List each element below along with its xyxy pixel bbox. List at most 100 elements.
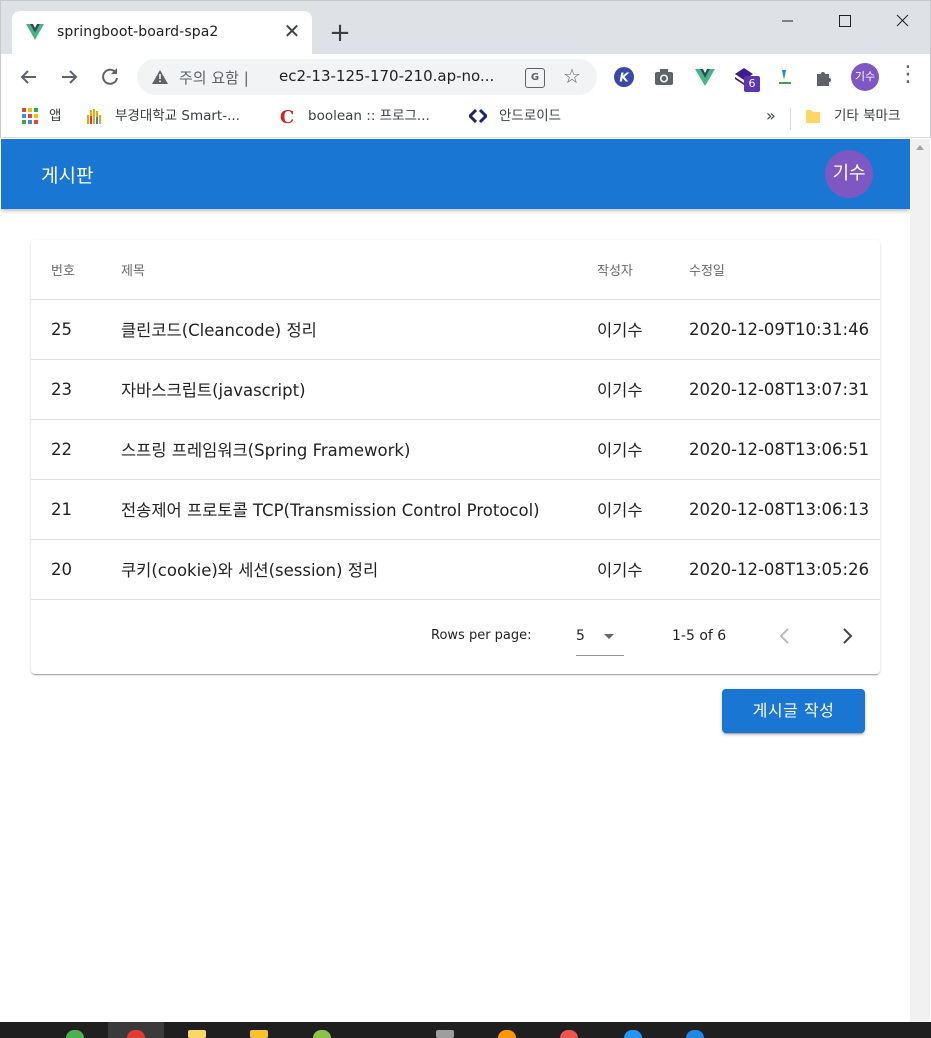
pagination-range: 1-5 of 6: [672, 628, 727, 644]
folder-taskbar-icon[interactable]: [188, 1030, 206, 1038]
maximize-icon[interactable]: [831, 9, 859, 33]
dropdown-caret-icon: [604, 634, 614, 639]
app-title[interactable]: 게시판: [41, 161, 93, 188]
bookmark-apps[interactable]: 앱: [21, 107, 61, 131]
taskbar-app-icon[interactable]: [313, 1030, 331, 1038]
taskbar-app-icon[interactable]: [686, 1030, 704, 1038]
c-logo-icon: C: [280, 107, 294, 125]
taskbar-app-icon[interactable]: [436, 1030, 454, 1038]
cell-date: 2020-12-08T13:05:26: [689, 539, 880, 600]
cell-num: 21: [31, 479, 121, 540]
table-row[interactable]: 23 자바스크립트(javascript) 이기수 2020-12-08T13:…: [31, 359, 880, 420]
bookmark-boolean[interactable]: Cboolean :: 프로그...: [278, 107, 430, 131]
taskbar-app-icon[interactable]: [624, 1030, 642, 1038]
tab-title: springboot-board-spa2: [57, 24, 219, 40]
cell-author: 이기수: [595, 479, 689, 540]
bookmarks-divider: [790, 108, 791, 130]
chrome-taskbar-icon: [127, 1030, 145, 1038]
cell-num: 25: [31, 299, 121, 360]
taskbar-app-icon[interactable]: [560, 1030, 578, 1038]
taskbar-active-slot[interactable]: [108, 1022, 164, 1038]
table-row[interactable]: 22 스프링 프레임워크(Spring Framework) 이기수 2020-…: [31, 419, 880, 480]
bookmarks-overflow[interactable]: »: [766, 107, 776, 131]
write-post-button[interactable]: 게시글 작성: [722, 689, 865, 733]
table-row[interactable]: 21 전송제어 프로토콜 TCP(Transmission Control Pr…: [31, 479, 880, 540]
url-text[interactable]: ec2-13-125-170-210.ap-no...: [279, 67, 511, 85]
code-brackets-icon: [469, 108, 487, 124]
cell-date: 2020-12-08T13:06:13: [689, 479, 880, 540]
cell-num: 20: [31, 539, 121, 600]
cell-title[interactable]: 클린코드(Cleancode) 정리: [121, 299, 595, 360]
table-row[interactable]: 20 쿠키(cookie)와 세션(session) 정리 이기수 2020-1…: [31, 539, 880, 600]
app-bar: 게시판 기수: [1, 139, 910, 209]
cell-author: 이기수: [595, 539, 689, 600]
browser-tabstrip: springboot-board-spa2 ✕ +: [0, 0, 931, 55]
page-scrollbar[interactable]: [910, 139, 930, 1022]
new-tab-button[interactable]: +: [327, 20, 353, 46]
table-pagination: Rows per page: 5 1-5 of 6: [31, 600, 880, 674]
cell-title[interactable]: 스프링 프레임워크(Spring Framework): [121, 419, 595, 480]
bookmarks-bar: 앱 부경대학교 Smart-... Cboolean :: 프로그... 안드로…: [0, 100, 931, 138]
os-taskbar: [0, 1022, 931, 1038]
cell-author: 이기수: [595, 419, 689, 480]
bookmark-android[interactable]: 안드로이드: [469, 107, 561, 131]
bookmark-label: 기타 북마크: [834, 108, 901, 124]
extensions-puzzle-icon[interactable]: [813, 66, 835, 88]
forward-icon[interactable]: [56, 64, 82, 90]
bookmark-label: boolean :: 프로그...: [308, 108, 430, 124]
column-header-date[interactable]: 수정일: [689, 240, 880, 300]
vue-logo-icon: [26, 24, 44, 40]
browser-tab[interactable]: springboot-board-spa2 ✕: [12, 11, 312, 55]
bookmark-pknu[interactable]: 부경대학교 Smart-...: [85, 107, 240, 131]
taskbar-app-icon[interactable]: [250, 1030, 268, 1038]
warning-icon: [152, 70, 168, 84]
cell-date: 2020-12-08T13:06:51: [689, 419, 880, 480]
bookmark-star-icon[interactable]: ☆: [563, 64, 581, 88]
cell-title[interactable]: 전송제어 프로토콜 TCP(Transmission Control Proto…: [121, 479, 595, 540]
apps-grid-icon: [22, 108, 38, 124]
minimize-icon[interactable]: [773, 9, 801, 33]
bookmark-label: 앱: [49, 108, 62, 124]
column-header-num[interactable]: 번호: [31, 240, 121, 300]
bookmark-other[interactable]: 기타 북마크: [804, 107, 900, 131]
address-bar[interactable]: 주의 요함 | ec2-13-125-170-210.ap-no... G ☆: [137, 59, 597, 95]
hand-logo-icon: [87, 109, 101, 124]
column-header-title[interactable]: 제목: [121, 240, 595, 300]
svg-text:C: C: [280, 107, 294, 125]
translate-icon[interactable]: G: [525, 68, 545, 88]
prev-page-icon[interactable]: [773, 622, 797, 650]
table-header-row: 번호 제목 작성자 수정일: [31, 240, 880, 300]
cell-date: 2020-12-09T10:31:46: [689, 299, 880, 360]
cell-author: 이기수: [595, 359, 689, 420]
vue-devtools-icon[interactable]: [694, 66, 716, 88]
cell-title[interactable]: 쿠키(cookie)와 세션(session) 정리: [121, 539, 595, 600]
camera-icon[interactable]: [653, 66, 675, 88]
rows-per-page-select[interactable]: 5: [576, 618, 624, 656]
next-page-icon[interactable]: [835, 622, 859, 650]
tab-close-icon[interactable]: ✕: [280, 19, 304, 43]
window-close-icon[interactable]: [888, 9, 916, 33]
reload-icon[interactable]: [97, 64, 123, 90]
scroll-up-icon[interactable]: [916, 145, 924, 150]
profile-avatar[interactable]: 기수: [851, 63, 879, 91]
folder-icon: [806, 110, 820, 123]
board-table-card: 번호 제목 작성자 수정일 25 클린코드(Cleancode) 정리 이기수 …: [31, 240, 880, 674]
user-avatar[interactable]: 기수: [825, 150, 873, 198]
board-table: 번호 제목 작성자 수정일 25 클린코드(Cleancode) 정리 이기수 …: [31, 240, 880, 600]
rows-per-page-value: 5: [576, 628, 585, 644]
bookmark-label: 안드로이드: [499, 108, 562, 124]
security-label[interactable]: 주의 요함 |: [179, 67, 249, 88]
extension-badge: 6: [744, 76, 760, 92]
taskbar-app-icon[interactable]: [66, 1030, 84, 1038]
cell-title[interactable]: 자바스크립트(javascript): [121, 359, 595, 420]
browser-menu-icon[interactable]: ⋮: [897, 64, 919, 90]
back-icon[interactable]: [16, 64, 42, 90]
cell-author: 이기수: [595, 299, 689, 360]
taskbar-app-icon[interactable]: [498, 1030, 516, 1038]
k-extension-icon[interactable]: K: [613, 66, 635, 88]
rows-per-page-label: Rows per page:: [431, 628, 532, 643]
ruler-extension-icon[interactable]: [774, 66, 796, 88]
column-header-author[interactable]: 작성자: [595, 240, 689, 300]
stack-extension-icon[interactable]: 6: [733, 66, 760, 92]
table-row[interactable]: 25 클린코드(Cleancode) 정리 이기수 2020-12-09T10:…: [31, 299, 880, 360]
